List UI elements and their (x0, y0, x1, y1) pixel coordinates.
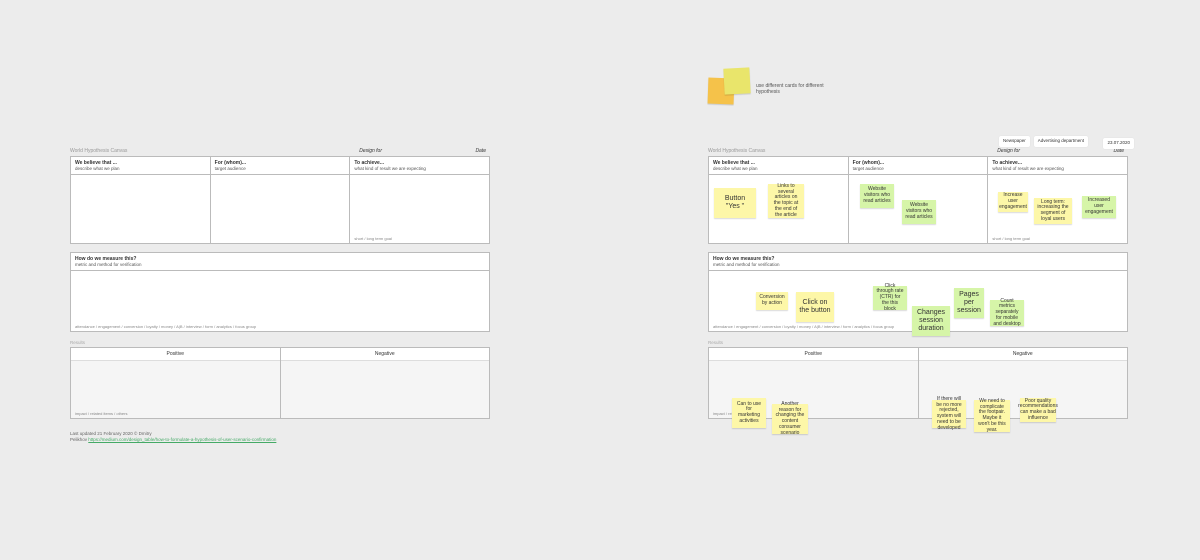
top-grid: We believe that ...describe what we plan… (708, 156, 1128, 244)
header-row: World Hypothesis Canvas Design for Date (708, 148, 1128, 154)
for-sub: target audience (853, 166, 984, 171)
hypothesis-canvas-empty: World Hypothesis Canvas Design for Date … (70, 148, 490, 443)
negative-head: Negative (281, 348, 490, 361)
positive-head: Positive (709, 348, 918, 361)
results-label: Results (708, 340, 1128, 345)
cell-achieve: To achieve...what kind of result we are … (350, 157, 489, 243)
canvas: use different cards for different hypoth… (0, 0, 1200, 560)
date-label: Date (390, 148, 490, 154)
chip-newspaper[interactable]: Newspaper (999, 136, 1030, 147)
cell-for: For (whom)...target audience (211, 157, 351, 243)
footer-line1: Last updated 21 February 2020 © Dmitry (70, 431, 152, 436)
sticky-squares-icon (708, 68, 750, 110)
achieve-foot: short / long term goal (992, 237, 1123, 241)
design-for-label: Design for (864, 148, 1028, 154)
instruction-cluster: use different cards for different hypoth… (708, 68, 836, 110)
canvas-title: World Hypothesis Canvas (708, 148, 864, 154)
cell-believe: We believe that ...describe what we plan (709, 157, 849, 243)
results-label: Results (70, 340, 490, 345)
footer-note: Last updated 21 February 2020 © Dmitry P… (70, 431, 490, 443)
chip-advertising[interactable]: Advertising department (1034, 136, 1088, 147)
cell-measure: How do we measure this?metric and method… (708, 252, 1128, 332)
canvas-title: World Hypothesis Canvas (70, 148, 226, 154)
design-for-chips: Newspaper Advertising department (999, 136, 1088, 147)
cell-negative: Negative (281, 348, 490, 418)
achieve-sub: what kind of result we are expecting (354, 166, 485, 171)
footer-link[interactable]: https://medium.com/design_table/how-to-f… (88, 437, 276, 442)
design-for-label: Design for (226, 148, 390, 154)
cell-positive: Positive impact / related items / others (709, 348, 919, 418)
footer-line2: Pelikhov (70, 437, 87, 442)
for-sub: target audience (215, 166, 346, 171)
positive-head: Positive (71, 348, 280, 361)
cell-positive: Positive impact / related items / others (71, 348, 281, 418)
cell-for: For (whom)...target audience (849, 157, 989, 243)
believe-sub: describe what we plan (713, 166, 844, 171)
cell-measure: How do we measure this?metric and method… (70, 252, 490, 332)
measure-sub: metric and method for verification (75, 262, 485, 267)
chip-date[interactable]: 23.07.2020 (1103, 138, 1134, 149)
top-grid: We believe that ...describe what we plan… (70, 156, 490, 244)
instruction-text: use different cards for different hypoth… (756, 83, 836, 95)
achieve-sub: what kind of result we are expecting (992, 166, 1123, 171)
measure-sub: metric and method for verification (713, 262, 1123, 267)
believe-sub: describe what we plan (75, 166, 206, 171)
header-row: World Hypothesis Canvas Design for Date (70, 148, 490, 154)
results-foot: impact / related items / others (713, 411, 765, 416)
hypothesis-canvas-filled: Newspaper Advertising department 23.07.2… (708, 148, 1128, 419)
measure-foot: attendance / engagement / conversion / l… (713, 325, 1123, 329)
cell-believe: We believe that ...describe what we plan (71, 157, 211, 243)
cell-achieve: To achieve...what kind of result we are … (988, 157, 1127, 243)
cell-negative: Negative (919, 348, 1128, 418)
achieve-foot: short / long term goal (354, 237, 485, 241)
results-grid: Positive impact / related items / others… (70, 347, 490, 419)
measure-foot: attendance / engagement / conversion / l… (75, 325, 485, 329)
results-foot: impact / related items / others (75, 411, 127, 416)
results-grid: Positive impact / related items / others… (708, 347, 1128, 419)
negative-head: Negative (919, 348, 1128, 361)
